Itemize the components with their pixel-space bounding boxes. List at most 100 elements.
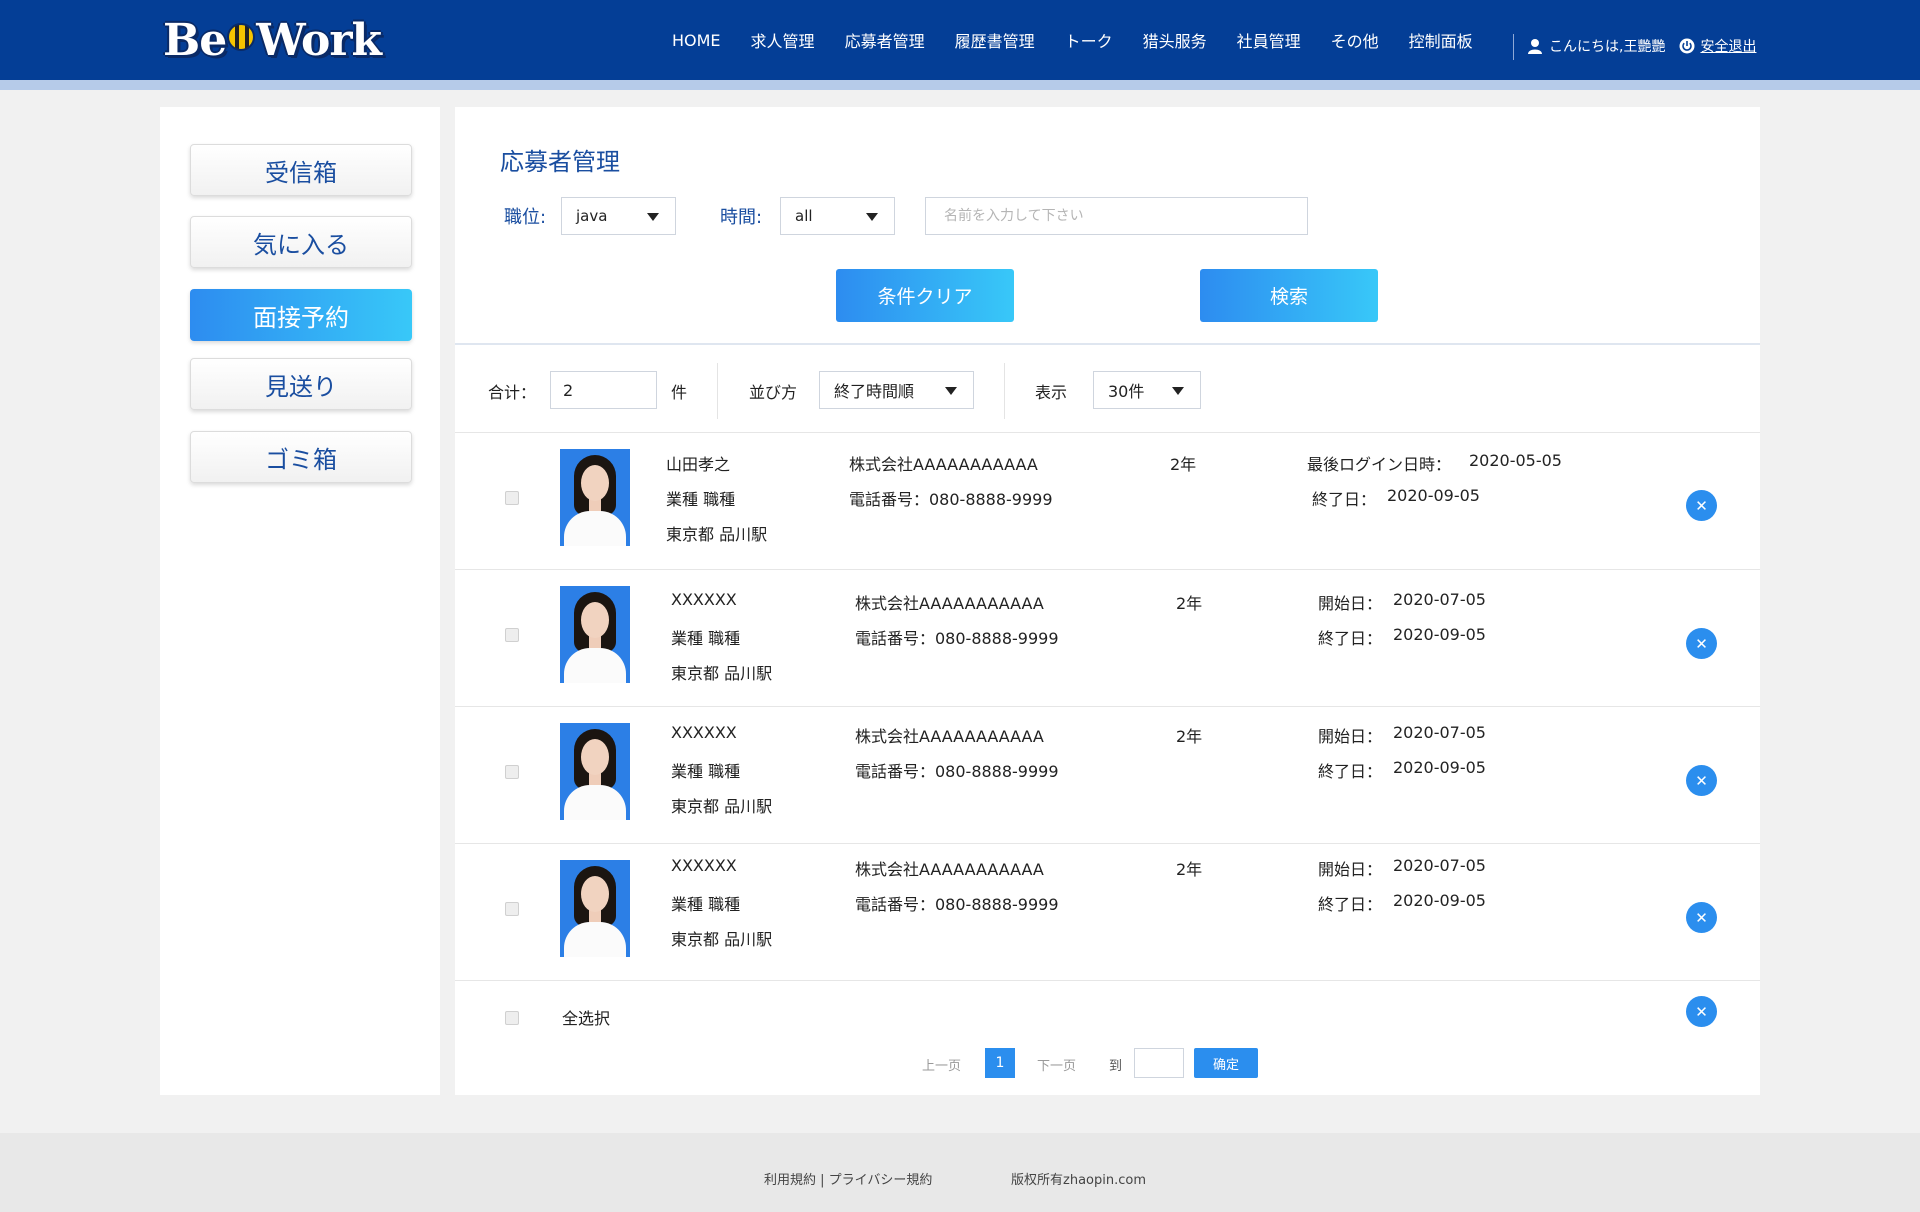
applicant-company: 株式会社AAAAAAAAAAA [855, 727, 1044, 746]
applicant-name[interactable]: XXXXXX [671, 856, 737, 875]
applicant-photo[interactable] [560, 860, 630, 957]
applicant-job: 業種 職種 [671, 762, 741, 781]
sidebar: 受信箱 気に入る 面接予約 見送り ゴミ箱 [160, 107, 440, 1095]
select-all-checkbox[interactable] [505, 1011, 519, 1025]
display-label: 表示 [1035, 383, 1068, 402]
applicant-row: XXXXXX 業種 職種 東京都 品川駅 株式会社AAAAAAAAAAA 電話番… [455, 570, 1760, 706]
footer: 利用規約 | プライバシー規約 版权所有zhaopin.com [0, 1133, 1920, 1212]
goto-page-input[interactable] [1134, 1048, 1184, 1078]
position-select[interactable]: java [561, 197, 676, 235]
applicant-name[interactable]: 山田孝之 [666, 451, 730, 475]
row-checkbox[interactable] [505, 491, 519, 505]
sidebar-item-trash[interactable]: ゴミ箱 [190, 431, 412, 483]
applicant-years: 2年 [1176, 860, 1203, 879]
row-checkbox[interactable] [505, 902, 519, 916]
summary-divider [1004, 363, 1005, 419]
date1-value: 2020-07-05 [1393, 590, 1486, 609]
applicant-row: XXXXXX 業種 職種 東京都 品川駅 株式会社AAAAAAAAAAA 電話番… [455, 844, 1760, 980]
chevron-down-icon [866, 213, 878, 221]
name-search-input[interactable] [925, 197, 1308, 235]
logout-link[interactable]: 安全退出 [1679, 36, 1756, 56]
applicant-job: 業種 職種 [671, 895, 741, 914]
date2-value: 2020-09-05 [1393, 758, 1486, 777]
user-area: こんにちは,王艷艷 安全退出 [1527, 36, 1756, 56]
nav-applicant-management[interactable]: 応募者管理 [845, 28, 925, 52]
sort-value: 終了時間順 [834, 382, 915, 401]
filter-divider [455, 343, 1760, 345]
nav-home[interactable]: HOME [672, 31, 721, 50]
nav-employee-management[interactable]: 社員管理 [1237, 28, 1301, 52]
applicant-photo[interactable] [560, 723, 630, 820]
page-number-current[interactable]: 1 [985, 1048, 1015, 1078]
close-icon: ✕ [1695, 634, 1708, 653]
nav-divider [1513, 34, 1514, 60]
applicant-photo[interactable] [560, 449, 630, 546]
page-title: 応募者管理 [500, 148, 620, 176]
date2-label: 終了日： [1318, 895, 1383, 914]
time-select[interactable]: all [780, 197, 895, 235]
total-label: 合计： [488, 383, 537, 402]
applicant-name[interactable]: XXXXXX [671, 590, 737, 609]
applicant-location: 東京都 品川駅 [666, 525, 768, 544]
goto-label: 到 [1109, 1059, 1123, 1074]
close-icon: ✕ [1695, 771, 1708, 790]
date2-value: 2020-09-05 [1393, 891, 1486, 910]
nav-control-panel[interactable]: 控制面板 [1409, 28, 1473, 52]
applicant-job: 業種 職種 [666, 490, 736, 509]
nav-resume-management[interactable]: 履歴書管理 [955, 28, 1035, 52]
chevron-down-icon [945, 387, 957, 395]
logo-text-work: Work [256, 14, 382, 66]
row-checkbox[interactable] [505, 628, 519, 642]
sidebar-item-interview[interactable]: 面接予約 [190, 289, 412, 341]
select-all-label[interactable]: 全选択 [562, 1005, 610, 1029]
next-page-link[interactable]: 下一页 [1037, 1055, 1076, 1074]
user-icon [1528, 39, 1542, 54]
top-header: Be Work HOME 求人管理 応募者管理 履歴書管理 トーク 猎头服务 社… [0, 0, 1920, 80]
row-checkbox[interactable] [505, 765, 519, 779]
remove-selected-button[interactable]: ✕ [1686, 996, 1717, 1027]
beework-logo[interactable]: Be Work [163, 14, 382, 66]
main-nav: HOME 求人管理 応募者管理 履歴書管理 トーク 猎头服务 社員管理 その他 … [672, 0, 1503, 80]
nav-other[interactable]: その他 [1331, 28, 1379, 52]
applicant-years: 2年 [1176, 594, 1203, 613]
applicant-name[interactable]: XXXXXX [671, 723, 737, 742]
applicant-years: 2年 [1170, 455, 1197, 474]
sidebar-item-favorites[interactable]: 気に入る [190, 216, 412, 268]
footer-links[interactable]: 利用規約 | プライバシー規約 [764, 1169, 932, 1188]
search-button[interactable]: 検索 [1200, 269, 1378, 322]
footer-copyright: 版权所有zhaopin.com [1011, 1173, 1146, 1188]
applicant-row: XXXXXX 業種 職種 東京都 品川駅 株式会社AAAAAAAAAAA 電話番… [455, 707, 1760, 843]
page-size-select[interactable]: 30件 [1093, 371, 1201, 409]
nav-talk[interactable]: トーク [1065, 28, 1113, 52]
bee-icon [227, 23, 256, 51]
header-stripe [0, 80, 1920, 90]
chevron-down-icon [647, 213, 659, 221]
nav-headhunting[interactable]: 猎头服务 [1143, 28, 1207, 52]
applicant-phone: 電話番号：080-8888-9999 [855, 762, 1059, 781]
time-value: all [795, 207, 813, 225]
sidebar-item-declined[interactable]: 見送り [190, 358, 412, 410]
applicant-company: 株式会社AAAAAAAAAAA [855, 860, 1044, 879]
confirm-page-button[interactable]: 确定 [1194, 1048, 1258, 1078]
main-panel: 応募者管理 職位: java 時間: all 条件クリア 検索 合计： 2 件 … [455, 107, 1760, 1095]
applicant-location: 東京都 品川駅 [671, 930, 773, 949]
date1-label: 開始日： [1318, 860, 1383, 879]
remove-button[interactable]: ✕ [1686, 628, 1717, 659]
sidebar-item-inbox[interactable]: 受信箱 [190, 144, 412, 196]
remove-button[interactable]: ✕ [1686, 490, 1717, 521]
applicant-phone: 電話番号：080-8888-9999 [849, 490, 1053, 509]
clear-conditions-button[interactable]: 条件クリア [836, 269, 1014, 322]
remove-button[interactable]: ✕ [1686, 765, 1717, 796]
nav-job-management[interactable]: 求人管理 [751, 28, 815, 52]
close-icon: ✕ [1695, 908, 1708, 927]
page-size-value: 30件 [1108, 382, 1145, 401]
date2-value: 2020-09-05 [1393, 625, 1486, 644]
applicant-photo[interactable] [560, 586, 630, 683]
date1-label: 開始日： [1318, 594, 1383, 613]
applicant-location: 東京都 品川駅 [671, 797, 773, 816]
sort-select[interactable]: 終了時間順 [819, 371, 974, 409]
prev-page-link[interactable]: 上一页 [922, 1055, 961, 1074]
remove-button[interactable]: ✕ [1686, 902, 1717, 933]
applicant-row: 山田孝之 業種 職種 東京都 品川駅 株式会社AAAAAAAAAAA 電話番号：… [455, 433, 1760, 569]
total-count-field[interactable]: 2 [550, 371, 657, 409]
